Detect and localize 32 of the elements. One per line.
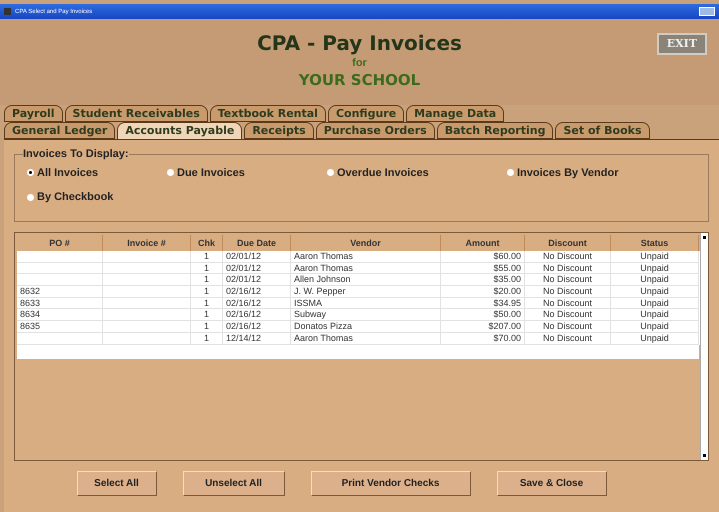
- radio-icon[interactable]: [167, 169, 174, 176]
- exit-button[interactable]: EXIT: [656, 33, 707, 55]
- window-controls-icon[interactable]: [699, 7, 715, 16]
- radio-option[interactable]: Overdue Invoices: [327, 164, 507, 181]
- subtitle: for: [352, 56, 367, 71]
- tab[interactable]: Purchase Orders: [316, 122, 435, 139]
- tab[interactable]: Receipts: [244, 122, 314, 139]
- action-button[interactable]: Select All: [76, 471, 156, 496]
- page-title: CPA - Pay Invoices: [257, 31, 462, 55]
- tab[interactable]: Configure: [328, 105, 404, 122]
- radio-option[interactable]: All Invoices: [27, 164, 167, 181]
- radio-icon[interactable]: [507, 169, 514, 176]
- action-button[interactable]: Unselect All: [182, 471, 284, 496]
- radio-option[interactable]: By Checkbook: [27, 189, 167, 206]
- school-name: YOUR SCHOOL: [298, 71, 420, 89]
- action-button[interactable]: Save & Close: [496, 471, 606, 496]
- tab[interactable]: Textbook Rental: [210, 105, 326, 122]
- radio-icon[interactable]: [27, 169, 34, 176]
- tab[interactable]: General Ledger: [4, 122, 116, 139]
- tab[interactable]: Set of Books: [555, 122, 650, 139]
- tab[interactable]: Student Receivables: [64, 105, 208, 122]
- tab[interactable]: Manage Data: [406, 105, 504, 122]
- app-icon: [4, 8, 11, 15]
- radio-icon[interactable]: [327, 169, 334, 176]
- radio-option[interactable]: Due Invoices: [167, 164, 327, 181]
- radio-option[interactable]: Invoices By Vendor: [507, 164, 687, 181]
- tab[interactable]: Batch Reporting: [436, 122, 554, 139]
- filter-legend: Invoices To Display:: [23, 146, 129, 162]
- radio-icon[interactable]: [27, 194, 34, 201]
- action-button[interactable]: Print Vendor Checks: [310, 471, 470, 496]
- tab[interactable]: Payroll: [4, 105, 63, 122]
- tab[interactable]: Accounts Payable: [117, 122, 242, 139]
